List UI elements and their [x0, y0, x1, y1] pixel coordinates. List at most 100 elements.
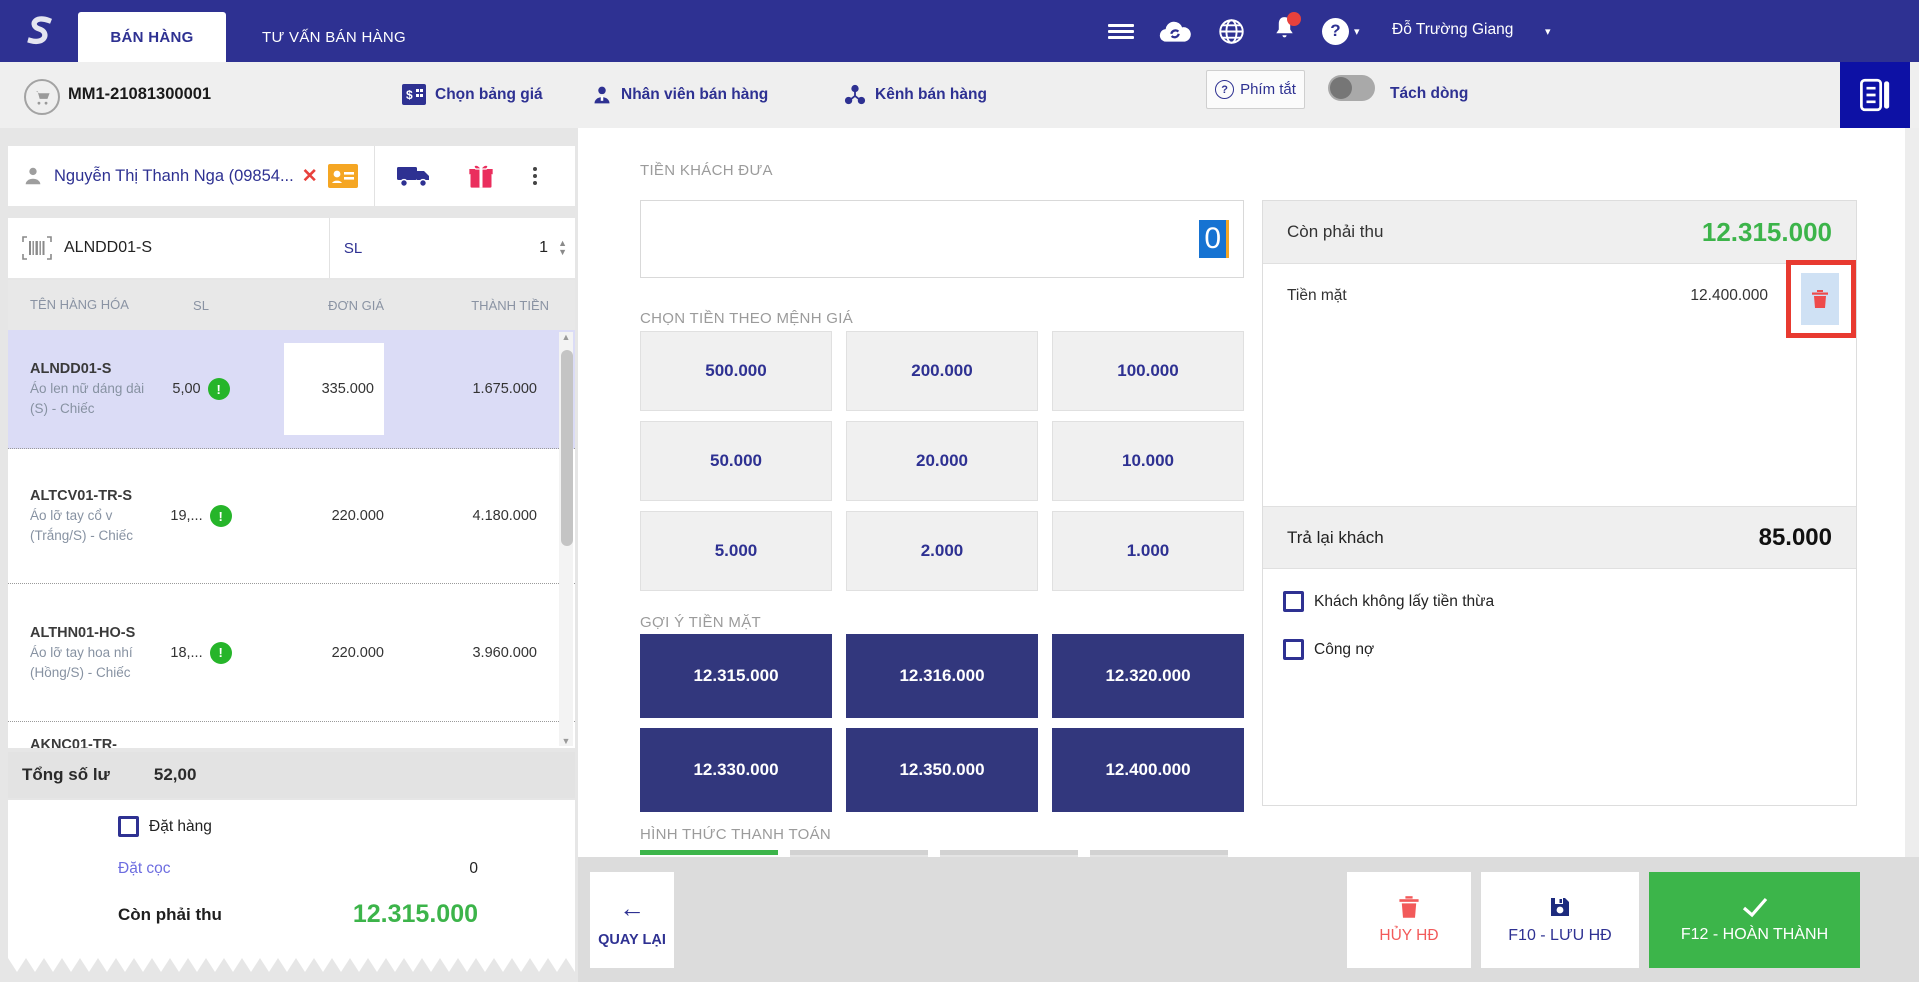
denomination-button[interactable]: 50.000	[640, 421, 832, 501]
shortcut-label: Phím tắt	[1240, 81, 1296, 98]
denomination-button[interactable]: 200.000	[846, 331, 1038, 411]
header-qty: SL	[193, 297, 209, 313]
order-checkbox[interactable]	[118, 816, 139, 837]
table-row[interactable]: ALNDD01-S Áo len nữ dáng dài (S) - Chiếc…	[8, 330, 575, 449]
gift-icon[interactable]	[467, 162, 495, 190]
shortcut-button[interactable]: ? Phím tắt	[1206, 70, 1305, 109]
line-total: 1.675.000	[472, 381, 537, 397]
more-options-icon[interactable]	[532, 164, 537, 188]
customer-cash-value: 0	[1199, 220, 1229, 258]
quantity-value[interactable]: 1	[539, 239, 548, 257]
scroll-up-icon[interactable]: ▲	[562, 332, 571, 342]
total-quantity-value: 52,00	[153, 765, 197, 784]
user-menu-name[interactable]: Đỗ Trường Giang	[1392, 21, 1513, 39]
save-icon	[1551, 898, 1569, 916]
denomination-button[interactable]: 1.000	[1052, 511, 1244, 591]
items-scrollbar-thumb[interactable]	[561, 350, 573, 546]
quantity-label: SL	[343, 239, 363, 257]
item-code: ALTCV01-TR-S	[30, 488, 133, 504]
change-label: Trả lại khách	[1287, 527, 1384, 547]
product-search-input[interactable]: ALNDD01-S	[64, 239, 152, 257]
customer-row: Nguyễn Thị Thanh Nga (09854... ✕	[8, 146, 575, 206]
item-qty[interactable]: 18,...	[170, 645, 202, 661]
receipt-zigzag-edge	[8, 958, 575, 972]
no-change-option[interactable]: Khách không lấy tiền thừa	[1283, 591, 1494, 612]
cash-suggestion-button[interactable]: 12.400.000	[1052, 728, 1244, 812]
app-logo-icon	[27, 16, 52, 45]
sales-staff-label: Nhân viên bán hàng	[621, 86, 769, 103]
customer-card-icon[interactable]	[327, 164, 358, 188]
unit-price-value[interactable]: 220.000	[244, 508, 394, 524]
cash-suggestion-button[interactable]: 12.320.000	[1052, 634, 1244, 718]
denomination-button[interactable]: 5.000	[640, 511, 832, 591]
back-button[interactable]: ← QUAY LẠI	[590, 872, 674, 968]
stock-warning-icon[interactable]: !	[207, 378, 230, 400]
stock-warning-icon[interactable]: !	[209, 505, 232, 527]
no-change-checkbox[interactable]	[1283, 591, 1304, 612]
payment-method-label: HÌNH THỨC THANH TOÁN	[640, 826, 832, 843]
tab-ban-hang[interactable]: BÁN HÀNG	[78, 12, 226, 62]
question-icon: ?	[1215, 80, 1235, 99]
table-row[interactable]: AKNC01-TR-	[8, 722, 575, 748]
item-qty[interactable]: 5,00	[172, 381, 200, 397]
app-logo[interactable]	[0, 0, 78, 62]
summary-remaining-label: Còn phải thu	[1287, 222, 1384, 241]
denomination-button[interactable]: 500.000	[640, 331, 832, 411]
user-chevron-down-icon[interactable]: ▾	[1545, 25, 1551, 38]
remove-customer-icon[interactable]: ✕	[302, 165, 318, 188]
cash-suggestion-button[interactable]: 12.316.000	[846, 634, 1038, 718]
tab-tu-van-ban-hang[interactable]: TƯ VẤN BÁN HÀNG	[226, 12, 442, 62]
quantity-stepper[interactable]: ▲ ▼	[558, 239, 567, 257]
items-table-header: TÊN HÀNG HÓA SL ĐƠN GIÁ THÀNH TIỀN	[8, 280, 575, 330]
total-quantity-label: Tổng số lư	[22, 765, 110, 784]
cancel-invoice-button[interactable]: HỦY HĐ	[1347, 872, 1471, 968]
sales-staff-button[interactable]: Nhân viên bán hàng	[592, 84, 768, 106]
unit-price-input[interactable]: 335.000	[284, 343, 384, 435]
price-book-button[interactable]: $ Chọn bảng giá	[402, 84, 543, 105]
complete-button[interactable]: F12 - HOÀN THÀNH	[1649, 872, 1860, 968]
denomination-button[interactable]: 100.000	[1052, 331, 1244, 411]
deposit-link[interactable]: Đặt cọc	[118, 860, 171, 878]
bell-icon[interactable]	[1272, 12, 1301, 45]
table-row[interactable]: ALTCV01-TR-S Áo lỡ tay cổ v (Trắng/S) - …	[8, 449, 575, 584]
cash-payment-value[interactable]: 12.400.000	[1690, 287, 1768, 305]
split-line-toggle[interactable]	[1328, 75, 1375, 101]
stepper-down-icon[interactable]: ▼	[558, 248, 567, 257]
debt-option[interactable]: Công nợ	[1283, 639, 1374, 660]
cash-suggestion-grid: 12.315.000 12.316.000 12.320.000 12.330.…	[640, 634, 1244, 812]
no-change-label: Khách không lấy tiền thừa	[1314, 592, 1495, 610]
cash-suggestion-button[interactable]: 12.330.000	[640, 728, 832, 812]
customer-cash-input[interactable]: 0	[640, 200, 1244, 278]
stock-warning-icon[interactable]: !	[209, 641, 232, 664]
unit-price-value[interactable]: 220.000	[244, 645, 394, 661]
help-menu[interactable]: ? ▾	[1322, 17, 1360, 45]
cash-suggestion-button[interactable]: 12.350.000	[846, 728, 1038, 812]
items-table: ALNDD01-S Áo len nữ dáng dài (S) - Chiếc…	[8, 330, 575, 748]
delivery-truck-icon[interactable]	[396, 164, 431, 188]
customer-icon	[25, 167, 41, 185]
menu-icon[interactable]	[1108, 17, 1134, 45]
order-list-button[interactable]	[1840, 62, 1910, 128]
denomination-button[interactable]: 20.000	[846, 421, 1038, 501]
item-name: Áo lỡ tay cổ v (Trắng/S) - Chiếc	[30, 508, 134, 543]
right-scroll-gutter[interactable]	[1905, 128, 1919, 857]
item-qty[interactable]: 19,...	[170, 508, 202, 524]
receipt-summary: Đặt hàng Đặt cọc 0 Còn phải thu 12.315.0…	[8, 800, 575, 958]
payment-summary-panel: Còn phải thu 12.315.000 Tiền mặt 12.400.…	[1262, 200, 1857, 806]
denomination-button[interactable]: 2.000	[846, 511, 1038, 591]
cash-suggestion-button[interactable]: 12.315.000	[640, 634, 832, 718]
cloud-sync-icon[interactable]	[1158, 17, 1192, 45]
help-icon: ?	[1322, 17, 1349, 45]
customer-name[interactable]: Nguyễn Thị Thanh Nga (09854...	[54, 167, 294, 186]
denomination-button[interactable]: 10.000	[1052, 421, 1244, 501]
debt-checkbox[interactable]	[1283, 639, 1304, 660]
total-quantity-row: Tổng số lư 52,00	[8, 752, 575, 798]
sales-channel-button[interactable]: Kênh bán hàng	[844, 84, 987, 106]
table-row[interactable]: ALTHN01-HO-S Áo lỡ tay hoa nhí (Hồng/S) …	[8, 584, 575, 722]
complete-label: F12 - HOÀN THÀNH	[1680, 926, 1829, 943]
globe-icon[interactable]	[1218, 17, 1245, 45]
scroll-down-icon[interactable]: ▼	[562, 736, 571, 746]
pos-sale-screen: BÁN HÀNG TƯ VẤN BÁN HÀNG ? ▾ Đỗ Trường G…	[0, 0, 1919, 982]
order-checkbox-label: Đặt hàng	[149, 817, 212, 835]
save-invoice-button[interactable]: F10 - LƯU HĐ	[1481, 872, 1639, 968]
